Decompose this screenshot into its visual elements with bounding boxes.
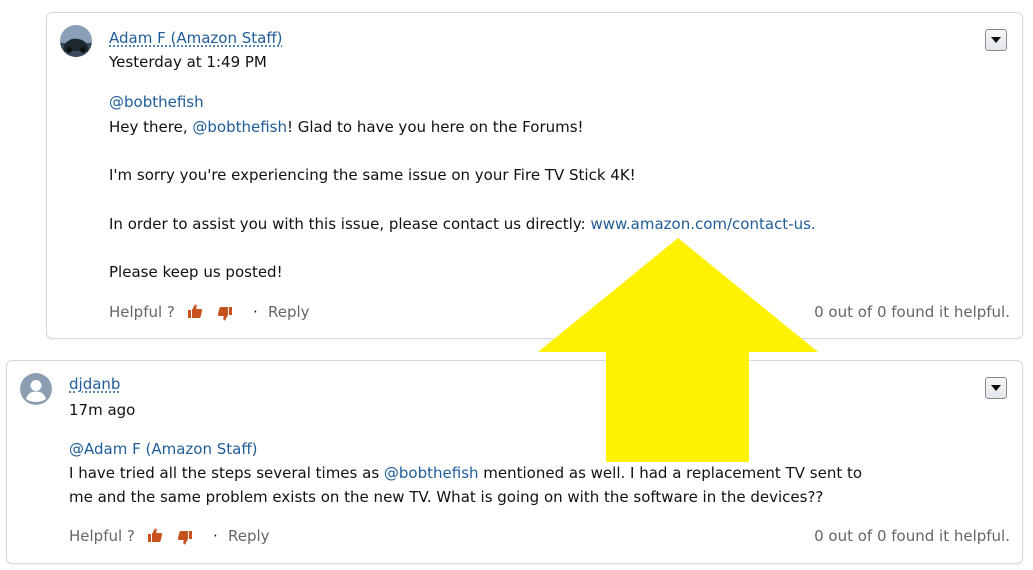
body-text-line-1: I have tried all the steps several times… (69, 464, 862, 482)
closing-text: Please keep us posted! (109, 263, 283, 281)
assist-prefix: In order to assist you with this issue, … (109, 215, 591, 233)
body-suffix: mentioned as well. I had a replacement T… (478, 464, 863, 482)
post-menu-button[interactable] (985, 29, 1007, 51)
greeting-text: Hey there, @bobthefish! Glad to have you… (109, 118, 584, 136)
reply-button[interactable]: Reply (228, 527, 270, 545)
helpful-label: Helpful ? (69, 527, 135, 545)
helpful-count: 0 out of 0 found it helpful. (814, 527, 1010, 545)
mention-link[interactable]: @bobthefish (109, 93, 204, 111)
author-name[interactable]: djdanb (69, 375, 120, 393)
thumbs-down-icon[interactable] (217, 306, 233, 326)
post-timestamp: 17m ago (69, 401, 136, 419)
thumbs-up-icon[interactable] (187, 303, 203, 323)
avatar[interactable] (60, 25, 92, 57)
post-card-djdanb: djdanb 17m ago @Adam F (Amazon Staff) I … (6, 360, 1023, 564)
body-text-line-2: me and the same problem exists on the ne… (69, 488, 824, 506)
post-menu-button[interactable] (985, 377, 1007, 399)
reply-button[interactable]: Reply (268, 303, 310, 321)
post-timestamp: Yesterday at 1:49 PM (109, 53, 267, 71)
thumbs-up-icon[interactable] (147, 527, 163, 547)
avatar[interactable] (20, 373, 52, 405)
mention-link[interactable]: @bobthefish (192, 118, 287, 136)
post-card-adam: Adam F (Amazon Staff) Yesterday at 1:49 … (46, 12, 1023, 339)
assist-text: In order to assist you with this issue, … (109, 215, 816, 233)
greeting-prefix: Hey there, (109, 118, 193, 136)
mention-link[interactable]: @bobthefish (384, 464, 479, 482)
sorry-text: I'm sorry you're experiencing the same i… (109, 166, 636, 184)
author-name[interactable]: Adam F (Amazon Staff) (109, 29, 283, 47)
body-prefix: I have tried all the steps several times… (69, 464, 384, 482)
mention-link[interactable]: @Adam F (Amazon Staff) (69, 440, 258, 458)
separator: · (253, 303, 258, 321)
greeting-suffix: ! Glad to have you here on the Forums! (286, 118, 584, 136)
dropdown-triangle-icon (991, 385, 1001, 391)
separator: · (213, 527, 218, 545)
thumbs-down-icon[interactable] (177, 530, 193, 550)
dropdown-triangle-icon (991, 37, 1001, 43)
contact-us-link[interactable]: www.amazon.com/contact-us. (590, 215, 815, 233)
helpful-count: 0 out of 0 found it helpful. (814, 303, 1010, 321)
helpful-label: Helpful ? (109, 303, 175, 321)
